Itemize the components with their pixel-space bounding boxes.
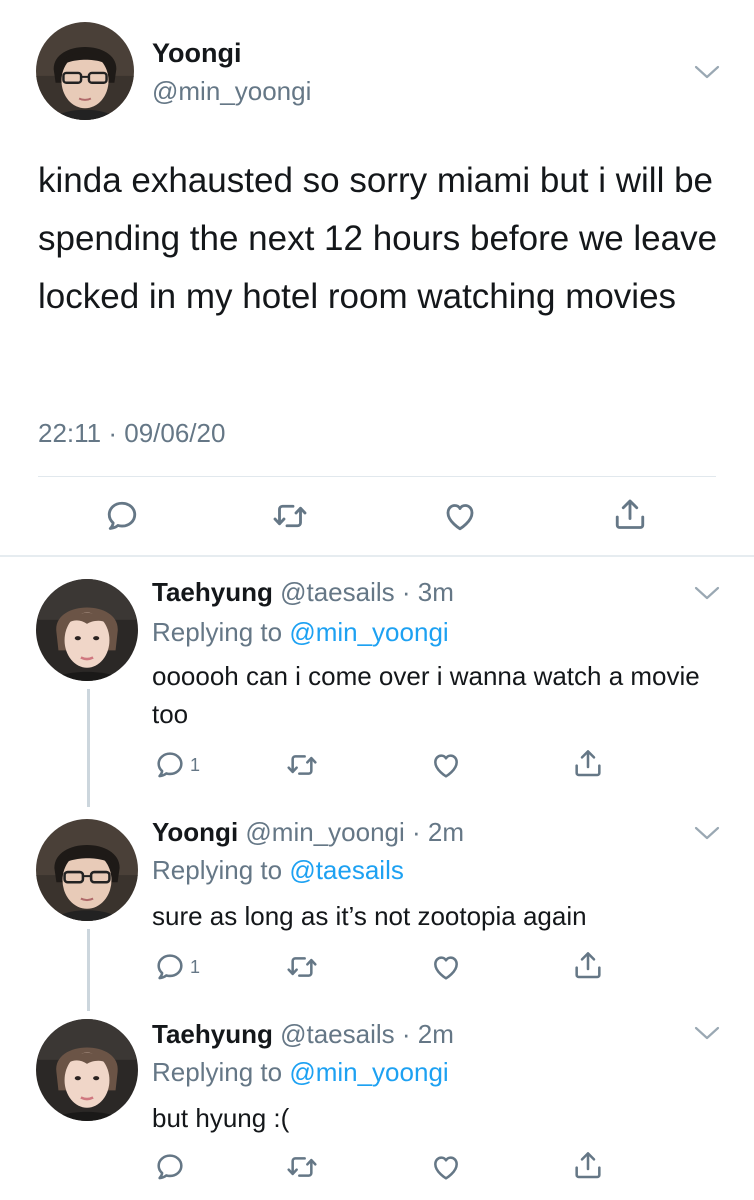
reply-text: oooooh can i come over i wanna watch a m… <box>152 661 700 729</box>
tweet-text: kinda exhausted so sorry miami but i wil… <box>38 161 718 316</box>
share-icon <box>572 1149 604 1181</box>
share-button[interactable] <box>572 747 604 779</box>
replying-to-label: Replying to <box>152 855 283 885</box>
retweet-icon <box>286 951 318 983</box>
replying-to: Replying to @taesails <box>152 855 404 886</box>
like-icon <box>430 749 462 781</box>
share-button[interactable] <box>572 1149 604 1181</box>
tweet-timestamp[interactable]: 22:11 · 09/06/20 <box>38 418 225 449</box>
reply-header: Yoongi @min_yoongi · 2m <box>152 817 464 848</box>
reply-text: but hyung :( <box>152 1103 290 1133</box>
avatar[interactable] <box>36 819 138 921</box>
reply-tweet: Taehyung @taesails · 3m Replying to @min… <box>0 557 754 807</box>
like-button[interactable] <box>430 749 462 781</box>
avatar[interactable] <box>36 1019 138 1121</box>
mention-link[interactable]: @min_yoongi <box>289 617 448 647</box>
retweet-icon <box>286 1151 318 1183</box>
mention-link[interactable]: @taesails <box>289 855 404 885</box>
reply-count: 1 <box>190 956 201 977</box>
reply-time: · 2m <box>412 817 465 847</box>
avatar[interactable] <box>36 22 134 120</box>
like-icon <box>430 951 462 983</box>
reply-time: · 3m <box>401 577 454 607</box>
author-name[interactable]: Yoongi <box>152 817 238 847</box>
avatar[interactable] <box>36 579 138 681</box>
like-icon <box>430 1151 462 1183</box>
share-button[interactable] <box>612 496 648 532</box>
reply-tweet: Yoongi @min_yoongi · 2m Replying to @tae… <box>0 797 754 1011</box>
retweet-button[interactable] <box>286 749 318 781</box>
author-name[interactable]: Taehyung <box>152 577 273 607</box>
author-handle[interactable]: @taesails <box>280 1019 395 1049</box>
like-button[interactable] <box>442 498 478 534</box>
author-name[interactable]: Taehyung <box>152 1019 273 1049</box>
main-tweet: Yoongi @min_yoongi kinda exhausted so so… <box>0 0 754 555</box>
reply-button[interactable]: 1 <box>154 951 200 983</box>
reply-icon <box>154 951 186 983</box>
author-handle[interactable]: @taesails <box>280 577 395 607</box>
retweet-icon <box>286 749 318 781</box>
share-icon <box>572 747 604 779</box>
reply-button[interactable]: 1 <box>154 749 200 781</box>
chevron-down-icon[interactable] <box>694 825 720 841</box>
retweet-button[interactable] <box>286 951 318 983</box>
share-icon <box>572 949 604 981</box>
divider <box>38 476 716 477</box>
mention-link[interactable]: @min_yoongi <box>289 1057 448 1087</box>
like-icon <box>442 498 478 534</box>
chevron-down-icon[interactable] <box>694 585 720 601</box>
reply-tweet: Taehyung @taesails · 2m Replying to @min… <box>0 999 754 1200</box>
reply-icon <box>154 749 186 781</box>
retweet-button[interactable] <box>286 1151 318 1183</box>
share-button[interactable] <box>572 949 604 981</box>
reply-text: sure as long as it’s not zootopia again <box>152 901 587 931</box>
replying-to-label: Replying to <box>152 617 283 647</box>
share-icon <box>612 496 648 532</box>
retweet-icon <box>272 498 308 534</box>
author-handle[interactable]: @min_yoongi <box>152 76 311 107</box>
replying-to: Replying to @min_yoongi <box>152 617 449 648</box>
reply-button[interactable] <box>154 1151 186 1183</box>
like-button[interactable] <box>430 1151 462 1183</box>
chevron-down-icon[interactable] <box>694 64 720 80</box>
reply-header: Taehyung @taesails · 3m <box>152 577 454 608</box>
replying-to: Replying to @min_yoongi <box>152 1057 449 1088</box>
author-handle[interactable]: @min_yoongi <box>245 817 404 847</box>
reply-icon <box>154 1151 186 1183</box>
retweet-button[interactable] <box>272 498 308 534</box>
reply-button[interactable] <box>104 498 140 534</box>
thread-line <box>87 689 90 807</box>
reply-time: · 2m <box>401 1019 454 1049</box>
author-name[interactable]: Yoongi <box>152 38 241 69</box>
reply-header: Taehyung @taesails · 2m <box>152 1019 454 1050</box>
like-button[interactable] <box>430 951 462 983</box>
replying-to-label: Replying to <box>152 1057 283 1087</box>
chevron-down-icon[interactable] <box>694 1025 720 1041</box>
reply-count: 1 <box>190 754 201 775</box>
reply-icon <box>104 498 140 534</box>
